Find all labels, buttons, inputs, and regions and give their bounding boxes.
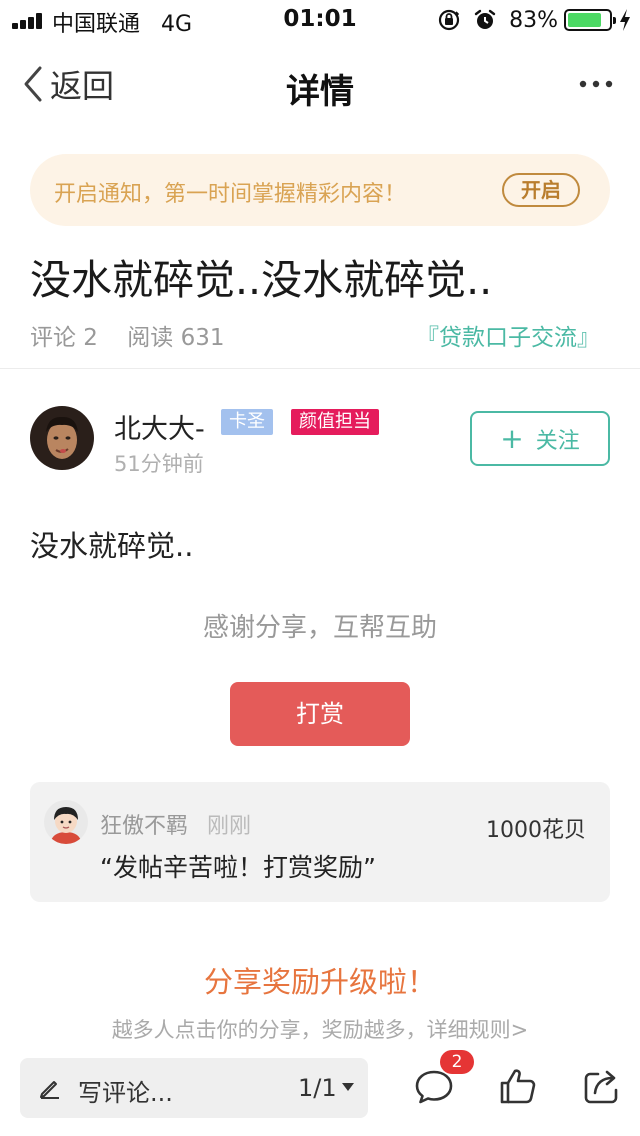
like-button[interactable] [498, 1066, 538, 1106]
battery-level-fill [568, 13, 602, 27]
orientation-lock-icon [438, 9, 460, 31]
share-rules-link[interactable]: 越多人点击你的分享，奖励越多，详细规则> [0, 1014, 640, 1044]
reward-message: “发帖辛苦啦！打赏奖励” [100, 853, 376, 882]
reward-amount: 1000花贝 [486, 818, 586, 843]
status-bar: 中国联通 4G 01:01 83% [0, 0, 640, 40]
pencil-icon [40, 1081, 59, 1099]
reward-time: 刚刚 [207, 814, 252, 839]
back-button[interactable]: 返回 [22, 64, 115, 105]
comment-count-badge: 2 [440, 1050, 474, 1074]
share-button[interactable] [582, 1066, 622, 1106]
follow-label: 关注 [535, 428, 580, 454]
more-button[interactable] [578, 74, 614, 94]
share-promo-title: 分享奖励升级啦！ [203, 965, 436, 999]
caret-down-icon [342, 1083, 354, 1091]
comment-input[interactable]: 写评论... 1/1 [20, 1058, 368, 1118]
thanks-text: 感谢分享，互帮互助 [202, 613, 437, 643]
comment-count-label: 评论 2 [30, 325, 98, 351]
author-name[interactable]: 北大大- [114, 407, 205, 446]
notification-banner: 开启通知，第一时间掌握精彩内容！ 开启 [30, 154, 610, 226]
reward-record: 狂傲不羁 刚刚 1000花贝 “发帖辛苦啦！打赏奖励” [30, 782, 610, 902]
comment-placeholder: 写评论... [78, 1079, 173, 1107]
read-count-label: 阅读 631 [127, 325, 225, 351]
rewarder-name[interactable]: 狂傲不羁 [100, 808, 188, 840]
battery-icon [564, 9, 616, 31]
reward-button[interactable]: 打赏 [230, 682, 410, 746]
battery-percent: 83% [509, 7, 558, 33]
avatar-image [30, 406, 94, 470]
post-time: 51分钟前 [114, 452, 204, 476]
chevron-left-icon [24, 66, 42, 102]
category-link[interactable]: 『贷款口子交流』 [416, 318, 600, 352]
like-icon [500, 1069, 536, 1104]
charging-icon [620, 9, 630, 31]
plus-icon: + [500, 422, 524, 455]
back-label: 返回 [50, 67, 115, 105]
rewarder-avatar[interactable] [44, 800, 88, 844]
post-body: 没水就碎觉.. [30, 529, 194, 563]
author-badge-card: 卡圣 [221, 409, 273, 435]
author-avatar[interactable] [30, 406, 94, 470]
post-meta: 评论 2 阅读 631 [30, 318, 246, 352]
more-dots-icon [579, 80, 613, 88]
alarm-icon [474, 9, 496, 29]
divider [0, 368, 640, 369]
follow-button[interactable]: + 关注 [470, 411, 610, 466]
share-icon [584, 1070, 618, 1104]
notification-text: 开启通知，第一时间掌握精彩内容！ [54, 182, 407, 207]
page-indicator[interactable]: 1/1 [298, 1074, 337, 1102]
battery-cap [613, 17, 616, 24]
status-right-group: 83% [437, 5, 632, 35]
nav-bar: 返回 详情 [0, 44, 640, 124]
author-badge-looks: 颜值担当 [291, 409, 379, 435]
enable-notification-button[interactable]: 开启 [502, 173, 580, 207]
avatar-image [44, 800, 88, 844]
post-title: 没水就碎觉..没水就碎觉.. [30, 256, 493, 304]
